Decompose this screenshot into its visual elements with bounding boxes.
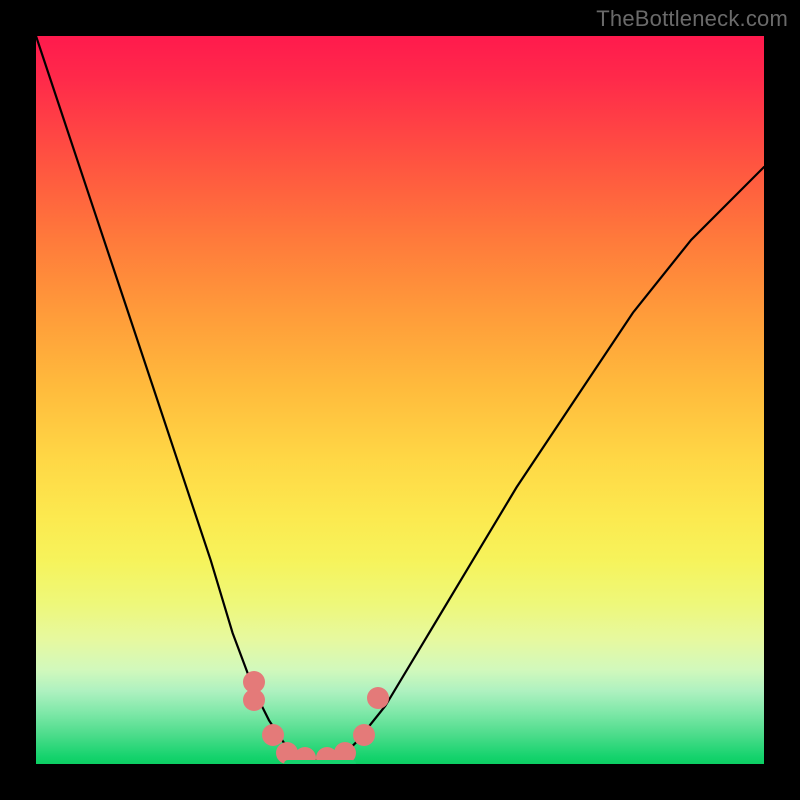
curve-layer [36, 36, 764, 764]
plot-area [36, 36, 764, 764]
chart-frame: TheBottleneck.com [0, 0, 800, 800]
marker-point [262, 724, 284, 746]
bottleneck-curve [36, 36, 764, 760]
marker-point [243, 671, 265, 711]
floor-line [284, 760, 357, 764]
watermark-text: TheBottleneck.com [596, 6, 788, 32]
marker-point [353, 724, 375, 746]
marker-point [367, 687, 389, 709]
